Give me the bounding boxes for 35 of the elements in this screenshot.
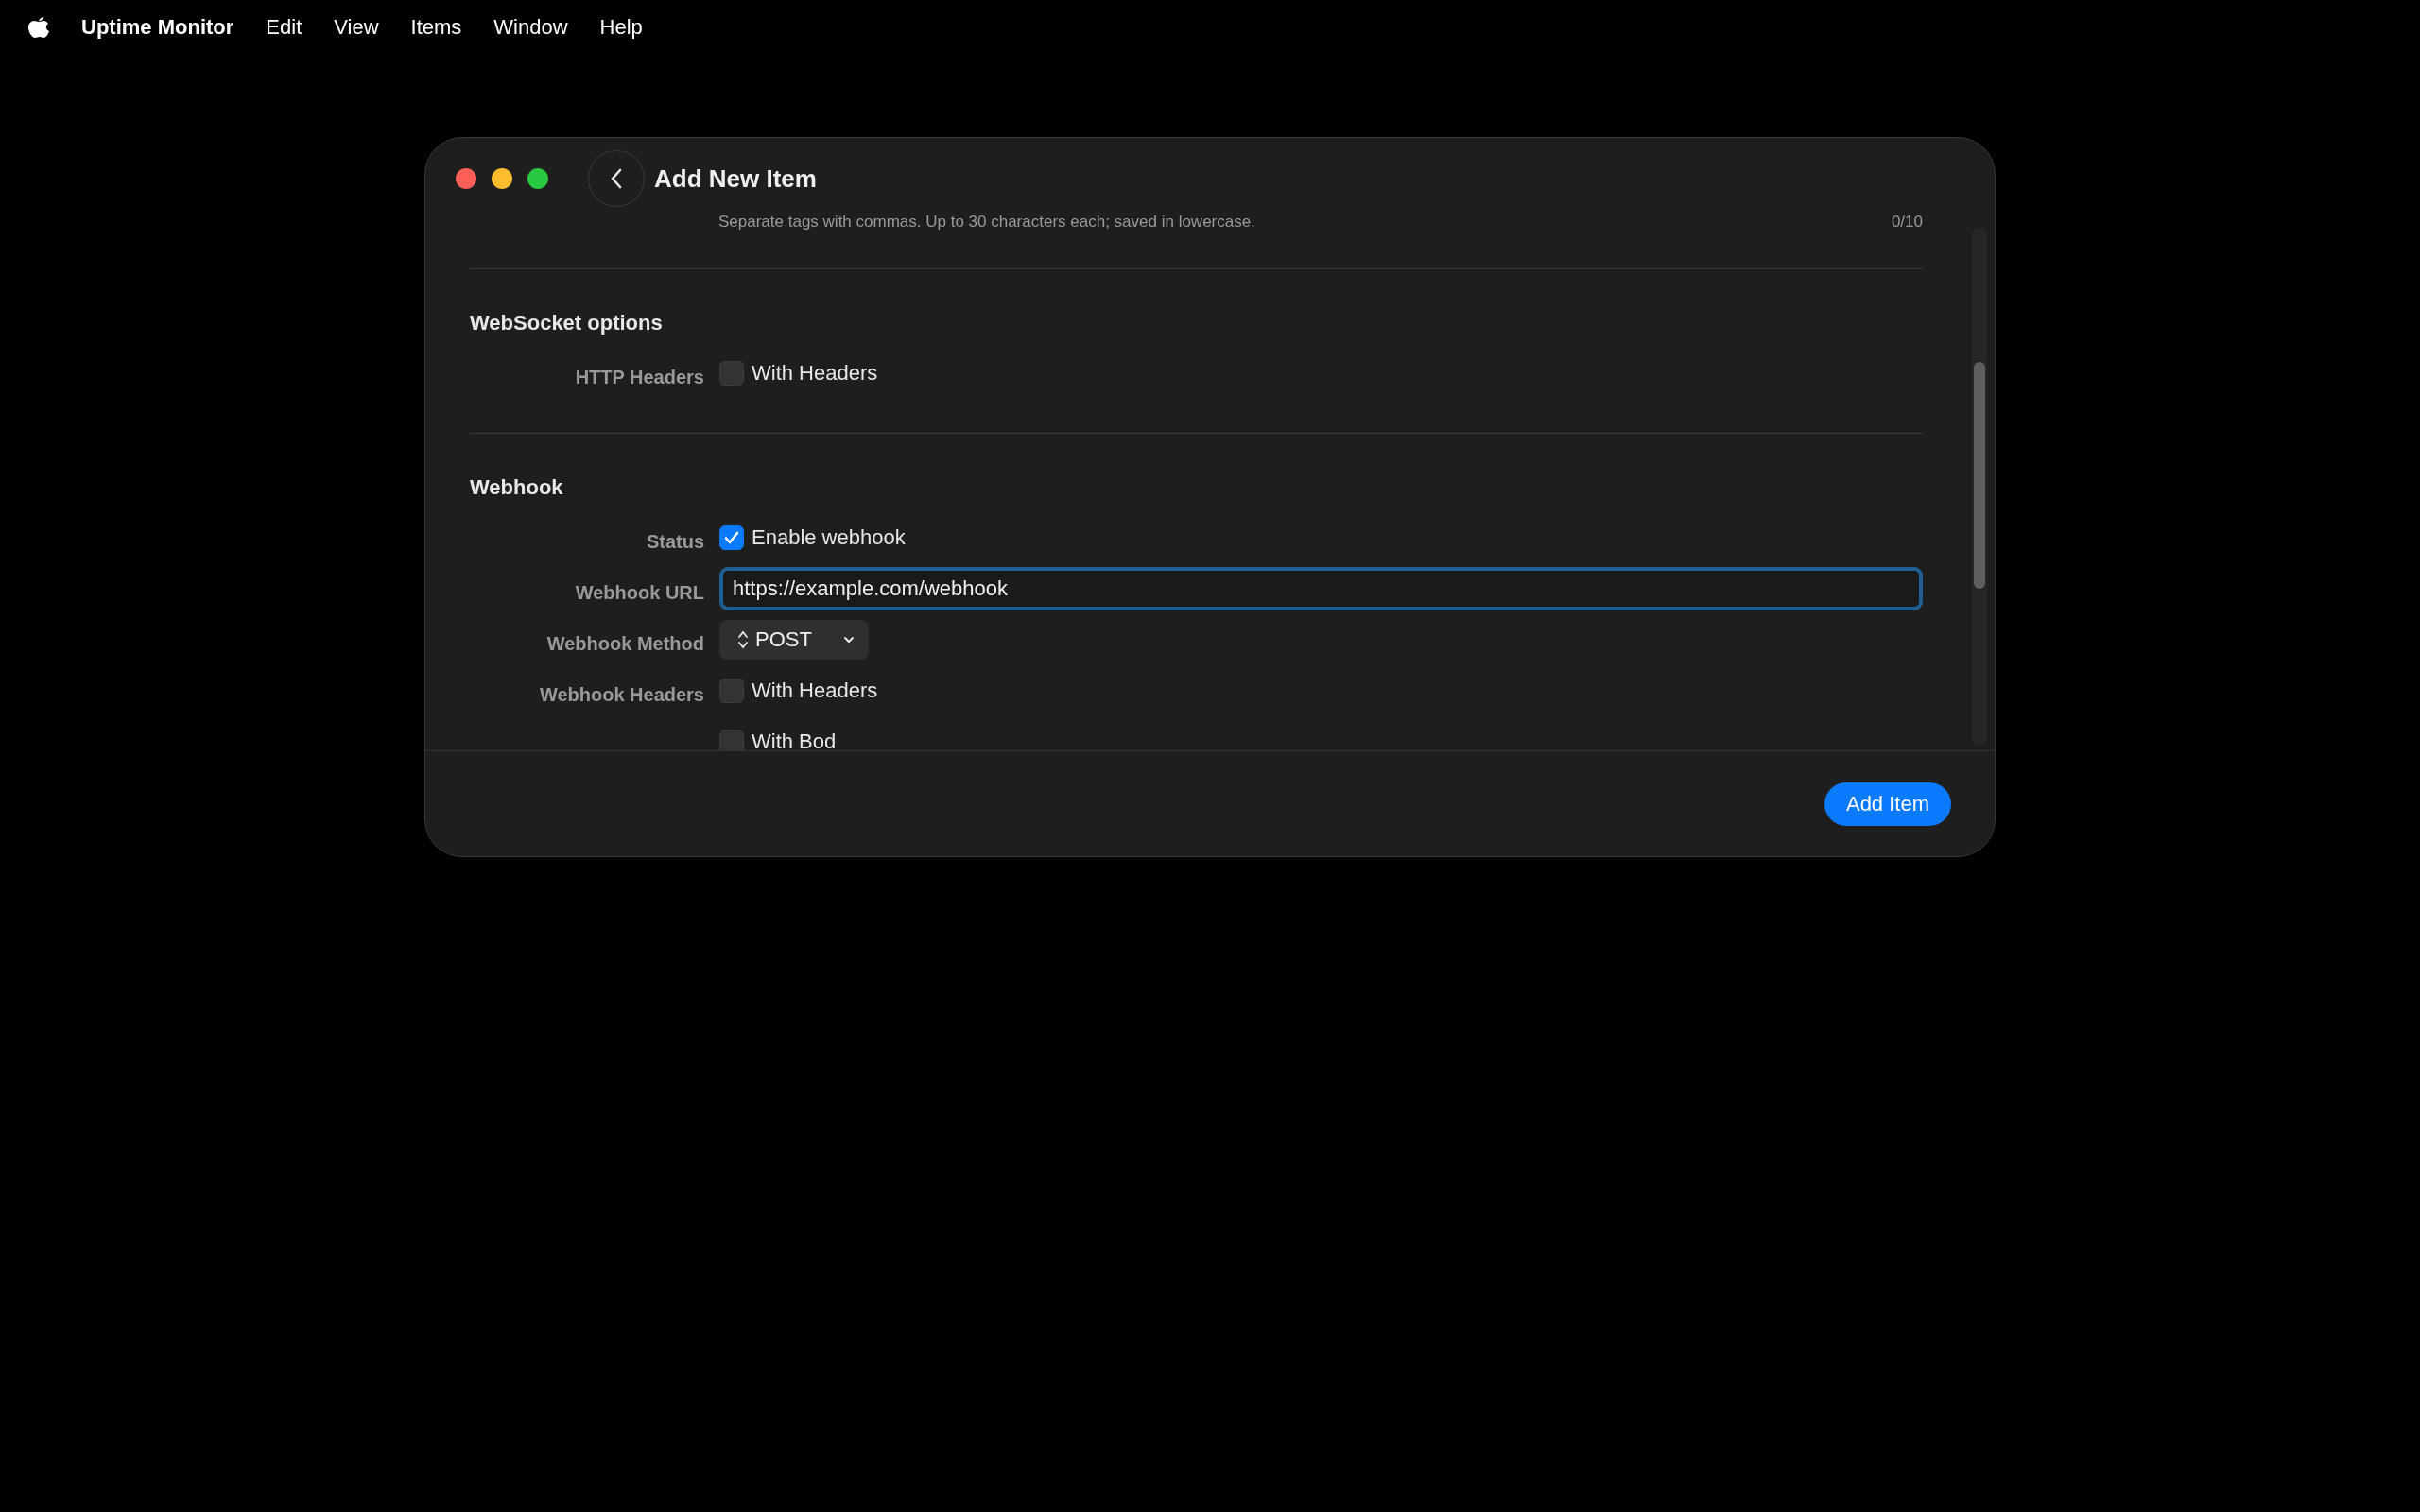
close-button[interactable]: [456, 168, 476, 189]
field-label: HTTP Headers: [574, 365, 704, 389]
back-chevron-icon: [610, 167, 623, 190]
checkbox-label: With Headers: [752, 360, 878, 387]
method-dropdown[interactable]: POST: [719, 619, 869, 660]
checkbox-label: Enable webhook: [752, 524, 906, 551]
menu-item[interactable]: Edit: [266, 10, 302, 43]
checkbox[interactable]: [719, 678, 744, 703]
zoom-button[interactable]: [527, 168, 548, 189]
chevron-down-icon: [841, 634, 856, 644]
checkbox[interactable]: [719, 360, 744, 386]
window-title: Add New Item: [654, 163, 817, 195]
scrollbar[interactable]: [1972, 228, 1987, 746]
app-menu[interactable]: Uptime Monitor: [81, 10, 234, 43]
field-label: Webhook Method: [545, 631, 704, 656]
character-count: 0/10: [1891, 212, 1923, 232]
up-down-icon: [736, 628, 750, 650]
checkbox-label: With Bod: [752, 729, 837, 752]
field-label: Webhook URL: [574, 580, 704, 605]
hint-text: Separate tags with commas. Up to 30 characters each; saved in lowercase.: [718, 212, 1255, 232]
apple-icon[interactable]: [28, 14, 49, 39]
checkbox-label: With Headers: [752, 678, 878, 704]
field-label: Webhook Headers: [538, 682, 704, 707]
menu-item[interactable]: Items: [410, 10, 462, 43]
menu-item[interactable]: View: [334, 10, 379, 43]
url-field[interactable]: https://example.com/webhook: [719, 566, 1923, 610]
section-title: WebSocket options: [470, 309, 664, 336]
field-label: Status: [645, 529, 704, 554]
menu-item[interactable]: Help: [599, 10, 643, 43]
section-title: Webhook: [470, 473, 564, 501]
menu-item[interactable]: Window: [493, 10, 568, 43]
minimize-button[interactable]: [492, 168, 512, 189]
checkbox[interactable]: [719, 729, 744, 752]
add-item-button[interactable]: Add Item: [1824, 782, 1951, 826]
checkbox[interactable]: [719, 524, 744, 550]
